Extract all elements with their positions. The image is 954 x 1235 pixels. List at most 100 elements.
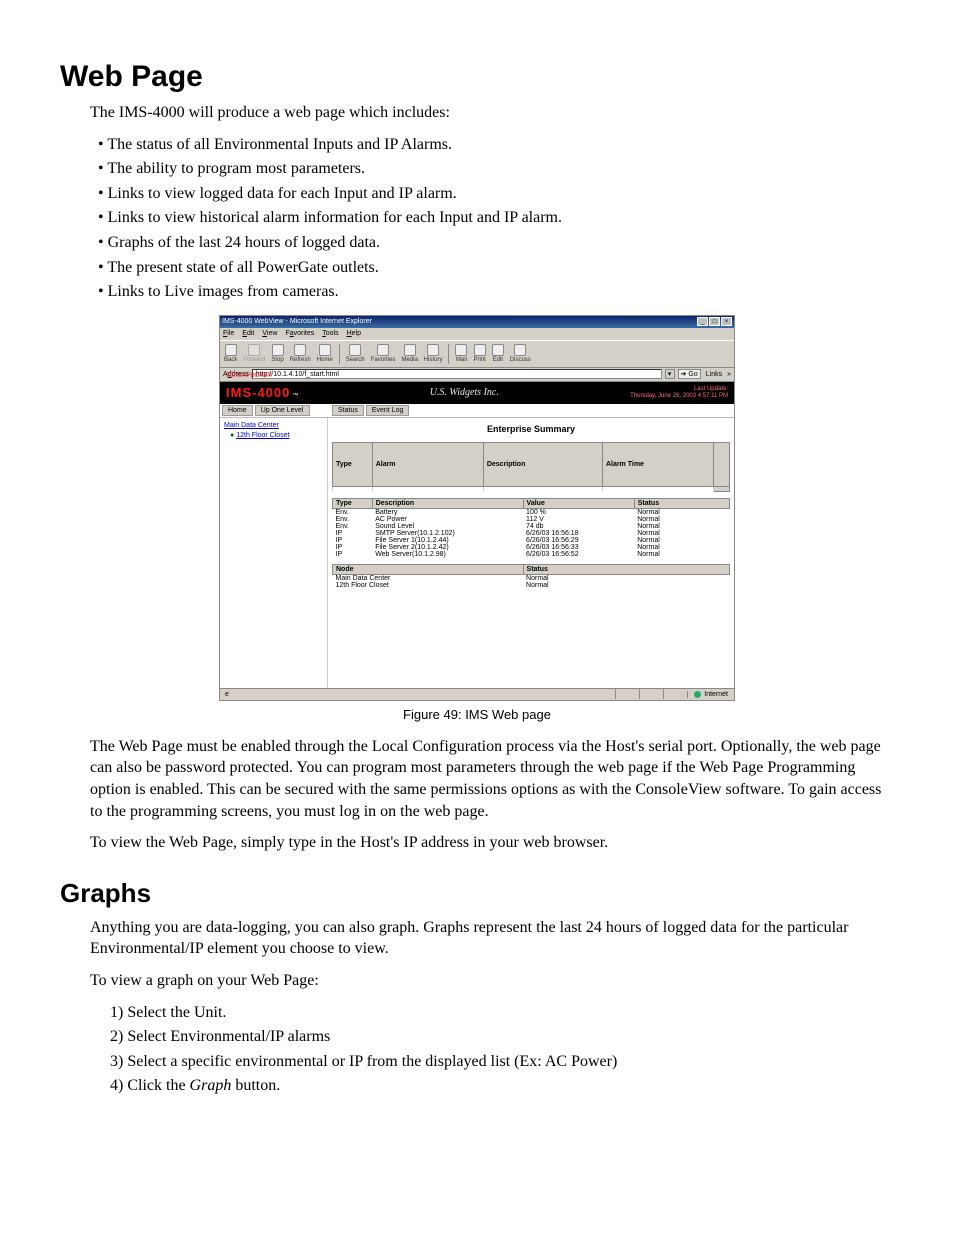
history-button[interactable]: History bbox=[424, 344, 443, 363]
print-icon bbox=[474, 344, 486, 356]
menu-bar: File Edit View Favorites Tools Help bbox=[220, 328, 734, 340]
steps-list: 1) Select the Unit. 2) Select Environmen… bbox=[110, 1002, 894, 1097]
mail-icon bbox=[455, 344, 467, 356]
bullet-item: The present state of all PowerGate outle… bbox=[98, 257, 894, 279]
th-status: Status bbox=[634, 498, 729, 508]
status-button[interactable]: Status bbox=[332, 405, 364, 416]
status-bar: e Internet bbox=[220, 688, 734, 700]
address-dropdown-icon[interactable]: ▾ bbox=[665, 369, 675, 379]
print-button[interactable]: Print bbox=[473, 344, 485, 363]
menu-help[interactable]: Help bbox=[347, 330, 361, 337]
step-item: 2) Select Environmental/IP alarms bbox=[110, 1026, 894, 1048]
graphs-p1: Anything you are data-logging, you can a… bbox=[90, 917, 894, 960]
table-row: Env.Sound Level74 dbNormal bbox=[333, 523, 730, 530]
table-row: IPSMTP Server(10.1.2.102)6/26/03 16:56:1… bbox=[333, 530, 730, 537]
step-item: 4) Click the Graph button. bbox=[110, 1075, 894, 1097]
go-button[interactable]: ➔Go bbox=[678, 369, 701, 379]
toolbar: Back Forward Stop Refresh Home Search Fa… bbox=[220, 340, 734, 368]
bullet-list: The status of all Environmental Inputs a… bbox=[98, 134, 894, 303]
ie-icon: e bbox=[220, 691, 234, 698]
step-item: 3) Select a specific environmental or IP… bbox=[110, 1051, 894, 1073]
th-value: Value bbox=[523, 498, 634, 508]
table-row: 12th Floor ClosetNormal bbox=[333, 582, 730, 589]
tree-child-link[interactable]: 12th Floor Closet bbox=[236, 432, 289, 439]
th-status: Status bbox=[523, 564, 729, 574]
screenshot-ie-window: IMS-4000 WebView - Microsoft Internet Ex… bbox=[219, 315, 735, 701]
menu-edit[interactable]: Edit bbox=[242, 330, 254, 337]
th-scroll bbox=[714, 442, 730, 487]
step-item: 1) Select the Unit. bbox=[110, 1002, 894, 1024]
node-table: Node Status Main Data CenterNormal 12th … bbox=[332, 564, 730, 589]
history-icon bbox=[427, 344, 439, 356]
close-icon[interactable]: × bbox=[721, 317, 732, 326]
edit-button[interactable]: Edit bbox=[492, 344, 504, 363]
last-update: Last Update: Thursday, June 26, 2003 4:5… bbox=[630, 386, 728, 399]
th-alarm-time: Alarm Time bbox=[602, 442, 713, 487]
table-row: IPFile Server 2(10.1.2.42)6/26/03 16:56:… bbox=[333, 544, 730, 551]
nav-home-button[interactable]: Home bbox=[222, 405, 253, 416]
sub-bar: Home Up One Level Status Event Log bbox=[220, 404, 734, 418]
table-row: Env.AC Power112 VNormal bbox=[333, 516, 730, 523]
intro-text: The IMS-4000 will produce a web page whi… bbox=[90, 102, 894, 124]
summary-title: Enterprise Summary bbox=[328, 418, 734, 442]
favorites-icon bbox=[377, 344, 389, 356]
discuss-button[interactable]: Discuss bbox=[510, 344, 531, 363]
th-description: Description bbox=[372, 498, 523, 508]
menu-view[interactable]: View bbox=[262, 330, 277, 337]
media-button[interactable]: Media bbox=[401, 344, 417, 363]
nav-up-button[interactable]: Up One Level bbox=[255, 405, 310, 416]
mail-button[interactable]: Mail bbox=[455, 344, 467, 363]
bullet-item: Links to Live images from cameras. bbox=[98, 281, 894, 303]
tree-root-link[interactable]: Main Data Center bbox=[224, 422, 279, 429]
zone-internet: Internet bbox=[687, 691, 734, 698]
discuss-icon bbox=[514, 344, 526, 356]
stop-button[interactable]: Stop bbox=[271, 344, 283, 363]
back-button[interactable]: Back bbox=[224, 344, 237, 363]
figure-caption: Figure 49: IMS Web page bbox=[60, 707, 894, 722]
address-bar: Address http://10.1.4.10/f_start.html ▾ … bbox=[220, 368, 734, 382]
company-name: U.S. Widgets Inc. bbox=[298, 387, 630, 398]
stop-icon bbox=[272, 344, 284, 356]
bullet-item: The ability to program most parameters. bbox=[98, 158, 894, 180]
eventlog-button[interactable]: Event Log bbox=[366, 405, 410, 416]
favorites-button[interactable]: Favorites bbox=[371, 344, 396, 363]
th-type: Type bbox=[333, 442, 373, 487]
table-row: IPWeb Server(10.1.2.98)6/26/03 16:56:52N… bbox=[333, 551, 730, 558]
edit-icon bbox=[492, 344, 504, 356]
address-input[interactable]: http://10.1.4.10/f_start.html bbox=[252, 369, 662, 379]
table-row: Env.Battery100 %Normal bbox=[333, 508, 730, 516]
graphs-p2: To view a graph on your Web Page: bbox=[90, 970, 894, 992]
bullet-icon: ● bbox=[230, 432, 234, 439]
forward-button[interactable]: Forward bbox=[243, 344, 265, 363]
menu-tools[interactable]: Tools bbox=[322, 330, 338, 337]
links-label[interactable]: Links bbox=[704, 371, 724, 378]
th-alarm: Alarm bbox=[372, 442, 483, 487]
home-button[interactable]: Home bbox=[317, 344, 333, 363]
th-node: Node bbox=[333, 564, 524, 574]
bullet-item: Links to view logged data for each Input… bbox=[98, 183, 894, 205]
heading-web-page: Web Page bbox=[60, 60, 894, 94]
media-icon bbox=[404, 344, 416, 356]
sensaphone-label: SENSAPHONE® bbox=[226, 373, 272, 379]
menu-favorites[interactable]: Favorites bbox=[285, 330, 314, 337]
tree-nav: Main Data Center ●12th Floor Closet bbox=[220, 418, 328, 688]
back-icon bbox=[225, 344, 237, 356]
links-chevron-icon[interactable]: » bbox=[727, 371, 731, 378]
window-titlebar: IMS-4000 WebView - Microsoft Internet Ex… bbox=[220, 316, 734, 328]
table-row: IPFile Server 1(10.1.2.44)6/26/03 16:56:… bbox=[333, 537, 730, 544]
maximize-icon[interactable]: □ bbox=[709, 317, 720, 326]
th-type: Type bbox=[333, 498, 373, 508]
forward-icon bbox=[248, 344, 260, 356]
menu-file[interactable]: File bbox=[223, 330, 234, 337]
ims-logo: IMS-4000 bbox=[226, 385, 290, 400]
search-button[interactable]: Search bbox=[346, 344, 365, 363]
minimize-icon[interactable]: _ bbox=[697, 317, 708, 326]
table-row: Main Data CenterNormal bbox=[333, 574, 730, 582]
after-fig-p2: To view the Web Page, simply type in the… bbox=[90, 832, 894, 854]
refresh-button[interactable]: Refresh bbox=[290, 344, 311, 363]
heading-graphs: Graphs bbox=[60, 878, 894, 909]
home-icon bbox=[319, 344, 331, 356]
window-title: IMS-4000 WebView - Microsoft Internet Ex… bbox=[222, 318, 372, 325]
after-fig-p1: The Web Page must be enabled through the… bbox=[90, 736, 894, 822]
go-icon: ➔ bbox=[681, 370, 687, 378]
